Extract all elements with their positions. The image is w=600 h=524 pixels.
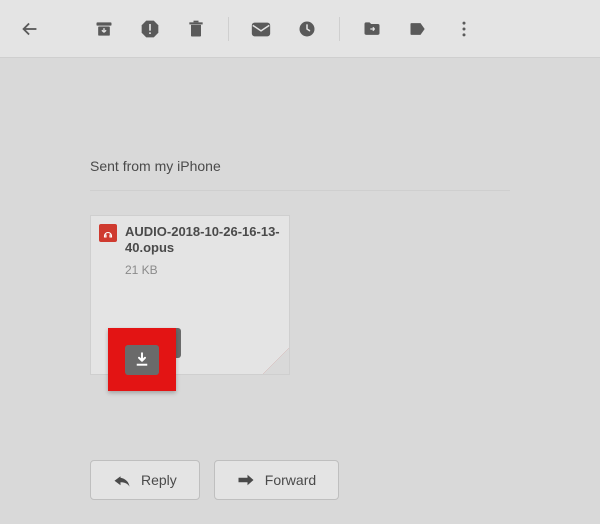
clock-icon (297, 19, 317, 39)
attachment-filename: AUDIO-2018-10-26-16-13-40.opus (125, 224, 281, 257)
reply-label: Reply (141, 472, 177, 488)
attachment-card[interactable]: AUDIO-2018-10-26-16-13-40.opus 21 KB (90, 215, 290, 375)
mail-icon (250, 18, 272, 40)
dots-vertical-icon (454, 19, 474, 39)
arrow-left-icon (19, 18, 41, 40)
report-spam-button[interactable] (130, 9, 170, 49)
archive-icon (94, 19, 114, 39)
reply-icon (113, 473, 131, 487)
delete-button[interactable] (176, 9, 216, 49)
attachment-size: 21 KB (91, 263, 289, 277)
page-fold-bg (263, 348, 289, 374)
spam-icon (140, 19, 160, 39)
forward-label: Forward (265, 472, 316, 488)
message-body: Sent from my iPhone AUDIO-2018-10-26-16-… (0, 58, 600, 375)
download-icon (133, 351, 151, 369)
toolbar-separator (339, 17, 340, 41)
forward-button[interactable]: Forward (214, 460, 339, 500)
mark-unread-button[interactable] (241, 9, 281, 49)
archive-button[interactable] (84, 9, 124, 49)
message-actions: Reply Forward (90, 460, 339, 500)
labels-button[interactable] (398, 9, 438, 49)
forward-icon (237, 473, 255, 487)
reply-button[interactable]: Reply (90, 460, 200, 500)
toolbar (0, 0, 600, 58)
more-button[interactable] (444, 9, 484, 49)
snooze-button[interactable] (287, 9, 327, 49)
move-to-button[interactable] (352, 9, 392, 49)
body-divider (90, 190, 510, 191)
toolbar-separator (228, 17, 229, 41)
attachment-header: AUDIO-2018-10-26-16-13-40.opus (91, 216, 289, 261)
download-button[interactable] (125, 345, 159, 375)
audio-file-icon (99, 224, 117, 242)
trash-icon (186, 19, 206, 39)
folder-move-icon (362, 19, 382, 39)
signature-text: Sent from my iPhone (90, 158, 510, 174)
back-button[interactable] (10, 9, 50, 49)
label-icon (408, 19, 428, 39)
